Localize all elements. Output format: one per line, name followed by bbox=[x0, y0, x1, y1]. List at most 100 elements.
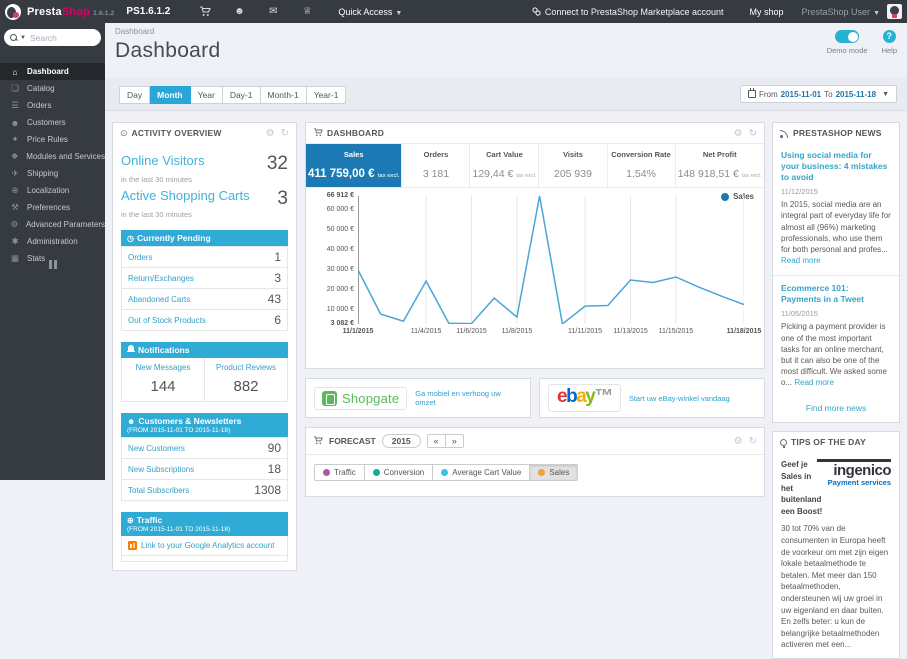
find-more-news-link[interactable]: Find more news bbox=[773, 397, 899, 422]
ingenico-logo[interactable]: ingenico Payment services bbox=[817, 459, 892, 487]
quick-access-menu[interactable]: Quick Access ▼ bbox=[338, 7, 402, 17]
catalog-icon: ❏ bbox=[11, 83, 19, 93]
notifications-header: Notifications bbox=[121, 342, 288, 358]
sidebar-collapse-button[interactable] bbox=[0, 256, 105, 274]
cart-icon[interactable] bbox=[188, 6, 222, 17]
period-year-button[interactable]: Year bbox=[190, 86, 223, 104]
google-analytics-link[interactable]: Link to your Google Analytics account bbox=[141, 541, 274, 550]
trophy-icon[interactable]: ♕ bbox=[290, 6, 324, 17]
kpi-visits[interactable]: Visits 205 939 bbox=[538, 144, 606, 187]
demo-mode-toggle[interactable] bbox=[835, 30, 860, 43]
active-carts-link[interactable]: Active Shopping Carts bbox=[121, 188, 250, 203]
ebay-logo[interactable]: ebay™ bbox=[548, 384, 621, 412]
sidebar-item-modules[interactable]: ❖ Modules and Services bbox=[0, 148, 105, 165]
x-axis: 11/1/2015 11/4/2015 11/6/2015 11/8/2015 11/1… bbox=[343, 328, 762, 342]
localization-icon: ⊕ bbox=[11, 185, 19, 195]
y-tick-label: 20 000 € bbox=[326, 286, 354, 294]
customers-icon[interactable]: ☻ bbox=[222, 6, 256, 17]
breadcrumb[interactable]: Dashboard bbox=[105, 23, 907, 36]
panel-title: FORECAST bbox=[329, 436, 376, 446]
orders-link[interactable]: Orders bbox=[128, 253, 152, 262]
sidebar-item-administration[interactable]: ✱ Administration bbox=[0, 233, 105, 250]
kpi-cart-value[interactable]: Cart Value 129,44 € tax excl. bbox=[469, 144, 538, 187]
sidebar-item-price-rules[interactable]: ✦ Price Rules bbox=[0, 131, 105, 148]
customers-newsletters-header: ☻ Customers & Newsletters (FROM 2015-11-0… bbox=[121, 413, 288, 437]
news-article-title[interactable]: Ecommerce 101: Payments in a Tweet bbox=[781, 283, 891, 305]
news-article-body: In 2015, social media are an integral pa… bbox=[781, 200, 891, 266]
refresh-icon[interactable]: ↻ bbox=[281, 128, 289, 139]
sidebar-item-preferences[interactable]: ⚒ Preferences bbox=[0, 199, 105, 216]
gear-icon[interactable]: ⚙ bbox=[734, 128, 743, 139]
marketplace-link[interactable]: Connect to PrestaShop Marketplace accoun… bbox=[532, 7, 724, 17]
sidebar-item-advanced-parameters[interactable]: ⚙ Advanced Parameters bbox=[0, 216, 105, 233]
sidebar-item-orders[interactable]: ☰ Orders bbox=[0, 97, 105, 114]
sidebar-item-customers[interactable]: ☻ Customers bbox=[0, 114, 105, 131]
help-icon[interactable]: ? bbox=[882, 30, 896, 43]
dashboard-icon: ⌂ bbox=[12, 66, 18, 77]
metric-traffic-button[interactable]: Traffic bbox=[315, 465, 364, 480]
new-customers-link[interactable]: New Customers bbox=[128, 444, 185, 453]
news-article-title[interactable]: Using social media for your business: 4 … bbox=[781, 150, 891, 183]
read-more-link[interactable]: Read more bbox=[794, 378, 834, 387]
filter-toolbar: Day Month Year Day-1 Month-1 Year-1 From… bbox=[105, 78, 907, 111]
table-row: Return/Exchanges 3 bbox=[122, 267, 287, 288]
new-messages-link[interactable]: New Messages bbox=[124, 363, 202, 372]
search-box[interactable]: ▼ bbox=[4, 29, 101, 46]
refresh-icon[interactable]: ↻ bbox=[749, 128, 757, 139]
tip-body: 30 tot 70% van de consumenten in Europa … bbox=[781, 524, 889, 650]
next-year-button[interactable]: » bbox=[444, 435, 463, 447]
period-day-1-button[interactable]: Day-1 bbox=[222, 86, 261, 104]
my-shop-link[interactable]: My shop bbox=[750, 7, 784, 17]
demo-mode-label: Demo mode bbox=[826, 46, 868, 55]
sidebar-menu: ⌂ Dashboard ❏ Catalog ☰ Orders ☻ Customers ✦… bbox=[0, 63, 105, 267]
search-scope-caret[interactable]: ▼ bbox=[20, 35, 26, 41]
period-year-1-button[interactable]: Year-1 bbox=[306, 86, 347, 104]
date-range-picker[interactable]: From 2015-11-01 To 2015-11-18 ▼ bbox=[739, 85, 897, 103]
abandoned-carts-link[interactable]: Abandoned Carts bbox=[128, 295, 190, 304]
x-tick-label: 11/4/2015 bbox=[410, 328, 442, 335]
mail-icon[interactable]: ✉ bbox=[256, 6, 290, 17]
kpi-orders[interactable]: Orders 3 181 bbox=[401, 144, 469, 187]
user-menu[interactable]: PrestaShop User ▼ bbox=[802, 7, 880, 17]
read-more-link[interactable]: Read more bbox=[781, 256, 821, 265]
returns-link[interactable]: Return/Exchanges bbox=[128, 274, 194, 283]
product-reviews-link[interactable]: Product Reviews bbox=[207, 363, 285, 372]
clock-icon: ◷ bbox=[127, 234, 134, 243]
metric-average-cart-value-button[interactable]: Average Cart Value bbox=[432, 465, 529, 480]
prestashop-logo[interactable] bbox=[5, 3, 21, 20]
shopgate-logo[interactable]: Shopgate bbox=[314, 386, 408, 410]
sidebar-item-dashboard[interactable]: ⌂ Dashboard bbox=[0, 63, 105, 80]
period-month-1-button[interactable]: Month-1 bbox=[260, 86, 307, 104]
period-month-button[interactable]: Month bbox=[150, 86, 191, 104]
shop-name[interactable]: PS1.6.1.2 bbox=[126, 6, 170, 17]
refresh-icon[interactable]: ↻ bbox=[749, 436, 757, 447]
panel-title: PRESTASHOP NEWS bbox=[793, 128, 882, 138]
ebay-link[interactable]: Start uw eBay-winkel vandaag bbox=[629, 394, 730, 403]
forecast-year[interactable]: 2015 bbox=[381, 434, 421, 448]
previous-year-button[interactable]: « bbox=[427, 435, 445, 447]
gear-icon[interactable]: ⚙ bbox=[266, 128, 275, 139]
gear-icon[interactable]: ⚙ bbox=[734, 436, 743, 447]
sidebar-item-shipping[interactable]: ✈ Shipping bbox=[0, 165, 105, 182]
sales-chart: Sales 66 912 €60 000 €50 000 €40 000 €30… bbox=[306, 188, 764, 368]
customers-icon: ☻ bbox=[10, 117, 20, 128]
period-day-button[interactable]: Day bbox=[119, 86, 151, 104]
new-subscriptions-link[interactable]: New Subscriptions bbox=[128, 465, 194, 474]
out-of-stock-link[interactable]: Out of Stock Products bbox=[128, 316, 206, 325]
metric-sales-button[interactable]: Sales bbox=[529, 465, 578, 480]
sidebar-item-catalog[interactable]: ❏ Catalog bbox=[0, 80, 105, 97]
advanced-parameters-icon: ⚙ bbox=[10, 219, 19, 229]
ebay-banner: ebay™ Start uw eBay-winkel vandaag bbox=[539, 378, 765, 418]
kpi-net-profit[interactable]: Net Profit 148 918,51 € tax excl. bbox=[674, 144, 764, 187]
administration-icon: ✱ bbox=[11, 236, 19, 246]
search-input[interactable] bbox=[29, 32, 88, 43]
online-visitors-link[interactable]: Online Visitors bbox=[121, 153, 205, 168]
kpi-sales[interactable]: Sales 411 759,00 € tax excl. bbox=[306, 144, 402, 187]
metric-conversion-button[interactable]: Conversion bbox=[363, 465, 432, 480]
user-avatar[interactable] bbox=[887, 4, 902, 19]
x-tick-label: 11/8/2015 bbox=[501, 328, 533, 335]
shopgate-link[interactable]: Ga mobiel en verhoog uw omzet bbox=[415, 389, 522, 407]
sidebar-item-localization[interactable]: ⊕ Localization bbox=[0, 182, 105, 199]
kpi-conversion-rate[interactable]: Conversion Rate 1.54% bbox=[606, 144, 675, 187]
total-subscribers-link[interactable]: Total Subscribers bbox=[128, 486, 189, 495]
